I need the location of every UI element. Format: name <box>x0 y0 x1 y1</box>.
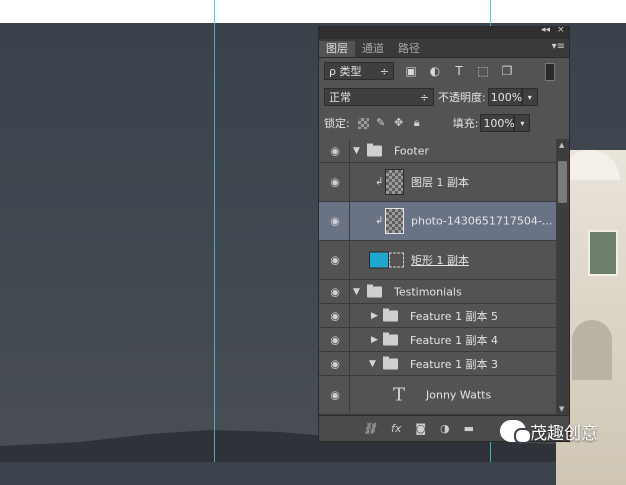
vector-mask-icon <box>389 252 404 268</box>
lock-label: 锁定: <box>324 117 350 130</box>
layers-panel: ◂◂ × 图层 通道 路径 ▾≡ ρ 类型 ÷ ▣ ◐ T ⬚ ❐ 正常 ÷ 不… <box>318 25 570 442</box>
link-icon[interactable]: ⛓ <box>363 422 377 435</box>
blend-row: 正常 ÷ 不透明度: 100% ▾ <box>319 84 569 110</box>
folder-icon <box>367 143 382 156</box>
layer-row-feature-3[interactable]: ◉ ▼ Feature 1 副本 3 <box>319 352 556 376</box>
filter-type-select[interactable]: ρ 类型 ÷ <box>324 62 394 80</box>
blend-mode-value: 正常 <box>329 91 351 104</box>
folder-icon <box>367 284 382 297</box>
shape-color-thumbnail <box>369 251 389 269</box>
guide-line-left <box>214 0 215 462</box>
clip-arrow-icon: ↲ <box>375 176 384 188</box>
panel-title-bar[interactable]: ◂◂ × <box>319 25 569 39</box>
select-arrow-icon: ÷ <box>419 91 429 104</box>
scroll-down-icon[interactable]: ▼ <box>559 405 564 413</box>
visibility-eye-icon[interactable]: ◉ <box>325 285 345 298</box>
brush-icon[interactable]: ✎ <box>375 117 387 129</box>
visibility-eye-icon[interactable]: ◉ <box>325 357 345 370</box>
select-arrow-icon: ÷ <box>379 65 389 78</box>
layer-row-photo[interactable]: ◉ ↲ photo-1430651717504-... <box>319 202 556 241</box>
lock-row: 锁定: ✎ ✥ 🔒︎ 填充: 100% ▾ <box>319 110 569 136</box>
layer-row-image-copy[interactable]: ◉ ↲ 图层 1 副本 <box>319 163 556 202</box>
visibility-eye-icon[interactable]: ◉ <box>325 144 345 157</box>
collapse-triangle-icon[interactable]: ▼ <box>369 359 376 369</box>
clip-arrow-icon: ↲ <box>375 215 384 227</box>
adjust-icon[interactable]: ◐ <box>428 64 442 78</box>
folder-icon <box>383 308 398 321</box>
panel-menu-icon[interactable]: ▾≡ <box>552 41 565 52</box>
fx-icon[interactable]: fx <box>391 422 401 435</box>
layer-thumbnail <box>385 169 404 195</box>
watermark-text: 茂趣创意 <box>530 423 598 444</box>
collapse-triangle-icon[interactable]: ▼ <box>353 146 360 156</box>
mask-icon[interactable]: ◙ <box>415 422 426 435</box>
visibility-eye-icon[interactable]: ◉ <box>325 176 345 189</box>
type-icon[interactable]: T <box>452 64 466 78</box>
layer-name: photo-1430651717504-... <box>411 214 553 228</box>
visibility-eye-icon[interactable]: ◉ <box>325 309 345 322</box>
tab-paths[interactable]: 路径 <box>391 41 427 57</box>
blend-mode-select[interactable]: 正常 ÷ <box>324 88 434 106</box>
watermark: 茂趣创意 <box>500 414 598 448</box>
fill-label: 填充: <box>452 117 479 130</box>
image-icon[interactable]: ▣ <box>404 64 418 78</box>
lock-transparent-icon[interactable] <box>357 117 369 129</box>
shape-icon[interactable]: ⬚ <box>476 64 490 78</box>
tab-layers[interactable]: 图层 <box>319 41 355 57</box>
layers-list: ◉ ▼ Footer ◉ ↲ 图层 1 副本 ◉ ↲ photo-1430651… <box>319 139 556 415</box>
smart-object-thumbnail <box>385 208 404 234</box>
filter-toggle-switch[interactable] <box>545 63 555 81</box>
text-layer-icon: T <box>393 384 406 406</box>
layer-name: Feature 1 副本 4 <box>410 333 499 347</box>
close-icon[interactable]: × <box>557 25 565 35</box>
layer-name: Jonny Watts <box>426 388 492 402</box>
layer-name: Testimonials <box>394 285 462 298</box>
filter-row: ρ 类型 ÷ ▣ ◐ T ⬚ ❐ <box>319 58 569 84</box>
collapse-icon[interactable]: ◂◂ <box>541 25 550 35</box>
expand-triangle-icon[interactable]: ▶ <box>371 311 378 321</box>
layers-scrollbar[interactable]: ▲ ▼ <box>556 139 569 415</box>
layer-row-footer[interactable]: ◉ ▼ Footer <box>319 139 556 163</box>
wechat-logo-icon <box>500 420 532 444</box>
fill-input[interactable]: 100% <box>480 114 515 132</box>
layer-row-feature-4[interactable]: ◉ ▶ Feature 1 副本 4 <box>319 328 556 352</box>
collapse-triangle-icon[interactable]: ▼ <box>353 287 360 297</box>
layer-row-rectangle-copy[interactable]: ◉ 矩形 1 副本 <box>319 241 556 280</box>
layer-name: 图层 1 副本 <box>411 176 469 189</box>
scrollbar-thumb[interactable] <box>558 161 567 203</box>
layer-row-feature-5[interactable]: ◉ ▶ Feature 1 副本 5 <box>319 304 556 328</box>
visibility-eye-icon[interactable]: ◉ <box>325 254 345 267</box>
move-icon[interactable]: ✥ <box>393 117 405 129</box>
fill-dropdown-icon[interactable]: ▾ <box>514 114 531 132</box>
expand-triangle-icon[interactable]: ▶ <box>371 335 378 345</box>
adjustment-icon[interactable]: ◑ <box>440 422 450 435</box>
folder-icon <box>383 332 398 345</box>
layer-name: Feature 1 副本 5 <box>410 309 499 323</box>
folder-icon[interactable]: ▬ <box>464 422 474 435</box>
visibility-eye-icon[interactable]: ◉ <box>325 215 345 228</box>
smartobject-icon[interactable]: ❐ <box>500 64 514 78</box>
layer-row-testimonials[interactable]: ◉ ▼ Testimonials <box>319 280 556 304</box>
layer-name: Feature 1 副本 3 <box>410 357 499 371</box>
layer-name: 矩形 1 副本 <box>411 254 469 267</box>
layer-row-jonny-watts[interactable]: ◉ T Jonny Watts <box>319 376 556 415</box>
folder-icon <box>383 356 398 369</box>
opacity-input[interactable]: 100% <box>487 88 522 106</box>
lock-icon[interactable]: 🔒︎ <box>411 117 423 129</box>
scroll-up-icon[interactable]: ▲ <box>559 141 564 149</box>
visibility-eye-icon[interactable]: ◉ <box>325 333 345 346</box>
layer-name: Footer <box>394 144 429 157</box>
opacity-dropdown-icon[interactable]: ▾ <box>521 88 538 106</box>
tab-channels[interactable]: 通道 <box>355 41 391 57</box>
panel-tabs: 图层 通道 路径 ▾≡ <box>319 39 569 58</box>
opacity-label: 不透明度: <box>438 91 486 104</box>
visibility-eye-icon[interactable]: ◉ <box>325 389 345 402</box>
filter-type-label: ρ 类型 <box>329 65 362 78</box>
canvas-top-strip <box>0 0 626 23</box>
